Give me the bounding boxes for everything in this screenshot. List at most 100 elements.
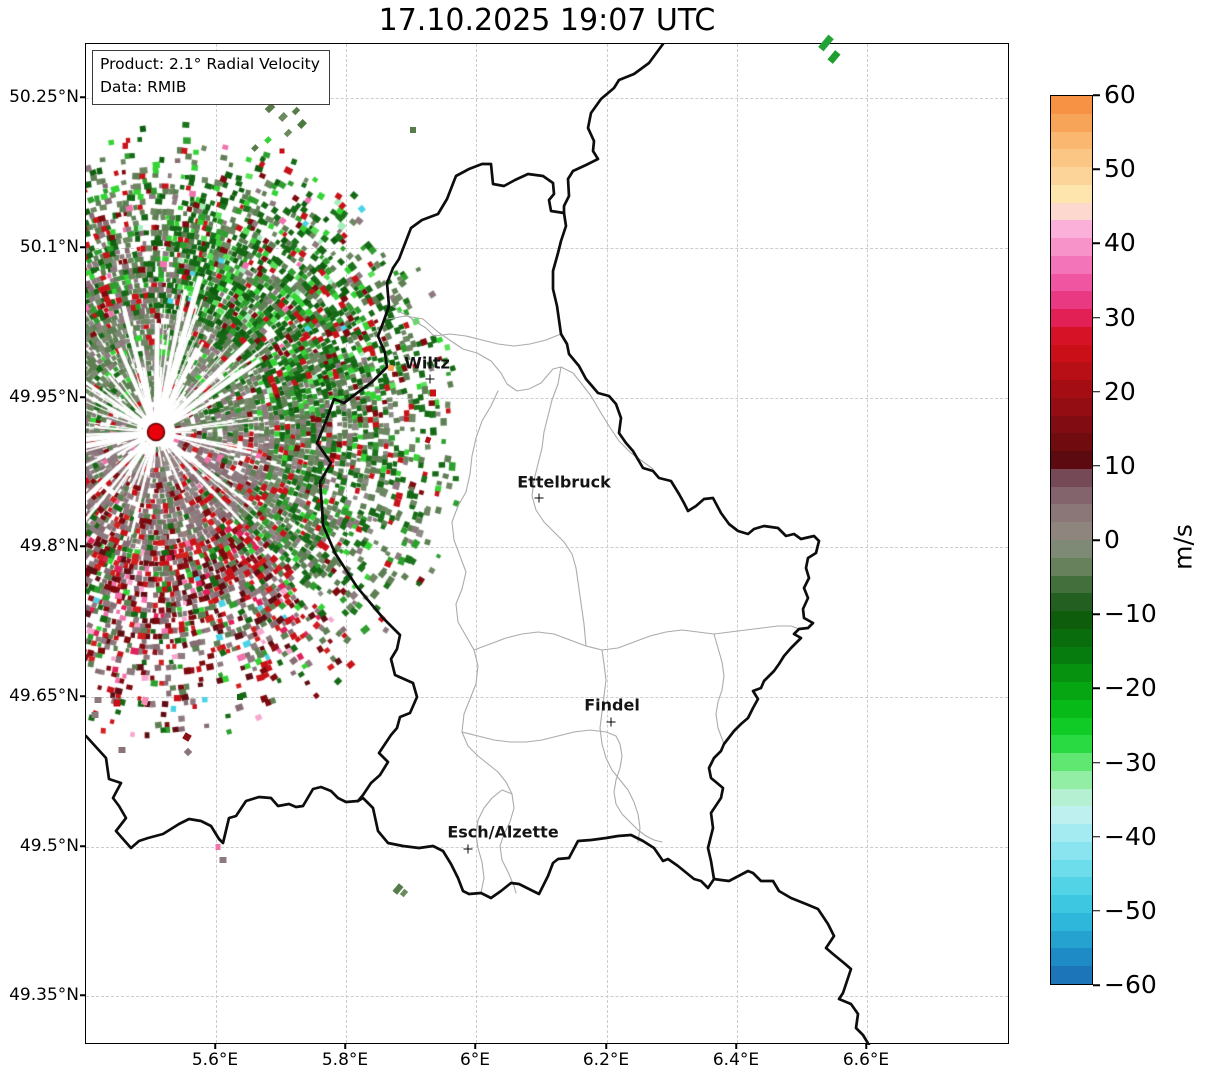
colorbar-band xyxy=(1051,841,1092,861)
city-label-ettelbruck: Ettelbruck xyxy=(517,472,611,492)
colorbar-tick-mark xyxy=(1093,390,1100,393)
country-border xyxy=(86,734,360,850)
region-border xyxy=(531,366,587,647)
lon-tick-label: 5.6°E xyxy=(191,1050,239,1070)
colorbar-tick-label: −50 xyxy=(1104,895,1157,925)
colorbar-band xyxy=(1051,380,1092,399)
lat-tick-label: 50.1°N xyxy=(19,237,79,257)
radar-echo-outlier xyxy=(113,699,121,707)
radar-echo-outlier xyxy=(94,697,102,703)
colorbar-tick-mark xyxy=(1093,168,1100,170)
colorbar-band xyxy=(1051,309,1092,328)
info-product: Product: 2.1° Radial Velocity xyxy=(100,55,320,73)
country-border xyxy=(315,266,419,803)
lon-tick-label: 6°E xyxy=(459,1050,491,1070)
colorbar-tick-label: 10 xyxy=(1104,450,1136,480)
colorbar-band xyxy=(1051,682,1092,701)
colorbar-band xyxy=(1051,575,1092,594)
region-border xyxy=(473,625,800,651)
colorbar-tick-label: 50 xyxy=(1104,154,1136,184)
lat-tick-mark xyxy=(80,246,85,248)
country-border xyxy=(712,869,871,1045)
colorbar-band xyxy=(1051,184,1092,204)
radar-echo-outlier xyxy=(279,148,285,154)
colorbar-band xyxy=(1051,895,1092,914)
region-border xyxy=(392,305,562,347)
radar-echo-outlier xyxy=(410,127,416,133)
radar-echo-outlier xyxy=(91,712,99,718)
region-border xyxy=(475,789,513,894)
colorbar-band xyxy=(1051,238,1092,257)
colorbar-band xyxy=(1051,522,1092,541)
radar-echo-outlier xyxy=(430,389,436,397)
lat-tick-label: 49.5°N xyxy=(19,836,79,856)
colorbar-band xyxy=(1051,717,1092,736)
colorbar-band xyxy=(1051,735,1092,754)
colorbar-band xyxy=(1051,344,1092,363)
colorbar-tick-mark xyxy=(1093,94,1100,96)
colorbar-band xyxy=(1051,912,1092,932)
map-borders xyxy=(86,44,871,1045)
lat-tick-mark xyxy=(80,994,85,996)
city-marker-icon xyxy=(606,717,616,727)
city-label-wiltz: Wiltz xyxy=(404,353,450,373)
colorbar-band xyxy=(1051,770,1092,790)
colorbar-band xyxy=(1051,326,1092,346)
lat-tick-label: 49.95°N xyxy=(9,387,79,407)
colorbar-band xyxy=(1051,699,1092,719)
region-border xyxy=(451,390,517,894)
region-border xyxy=(713,633,725,745)
page-title: 17.10.2025 19:07 UTC xyxy=(378,3,716,38)
colorbar-band xyxy=(1051,486,1092,506)
colorbar-band xyxy=(1051,628,1092,648)
colorbar-band xyxy=(1051,646,1092,665)
colorbar-tick-mark xyxy=(1093,613,1100,615)
lat-tick-mark xyxy=(80,396,85,398)
colorbar-band xyxy=(1051,930,1092,950)
colorbar-tick-label: 60 xyxy=(1104,79,1136,109)
colorbar-tick-mark xyxy=(1093,465,1100,467)
lat-tick-mark xyxy=(80,845,85,847)
lat-tick-mark xyxy=(80,545,85,547)
colorbar-band xyxy=(1051,202,1092,221)
colorbar-band xyxy=(1051,273,1092,292)
radar-echo-outlier xyxy=(387,364,395,372)
colorbar-band xyxy=(1051,362,1092,381)
lat-tick-label: 49.8°N xyxy=(19,536,79,556)
colorbar-band xyxy=(1051,468,1092,488)
city-marker-icon xyxy=(425,374,435,384)
colorbar-band xyxy=(1051,824,1092,843)
colorbar-band xyxy=(1051,859,1092,879)
colorbar-tick-mark xyxy=(1093,984,1100,986)
colorbar-band xyxy=(1051,113,1092,133)
colorbar-band xyxy=(1051,149,1092,168)
colorbar-band xyxy=(1051,966,1092,984)
colorbar-band xyxy=(1051,540,1092,559)
colorbar-band xyxy=(1051,96,1092,115)
colorbar-tick-label: −60 xyxy=(1104,969,1157,999)
lat-tick-mark xyxy=(80,96,85,98)
colorbar-tick-label: 30 xyxy=(1104,302,1136,332)
colorbar-band xyxy=(1051,504,1092,523)
colorbar-band xyxy=(1051,611,1092,630)
colorbar-band xyxy=(1051,291,1092,310)
colorbar-band xyxy=(1051,948,1092,967)
colorbar-band xyxy=(1051,877,1092,896)
colorbar-band xyxy=(1051,415,1092,435)
map-plot: Wiltz Ettelbruck Findel Esch/Alzette Produc… xyxy=(85,43,1010,1045)
info-data-source: Data: RMIB xyxy=(100,78,187,97)
colorbar-tick-mark xyxy=(1093,910,1100,912)
colorbar-tick-label: 40 xyxy=(1104,228,1136,258)
colorbar-unit-label: m/s xyxy=(1168,524,1198,570)
lon-tick-label: 6.6°E xyxy=(842,1050,890,1070)
city-label-eschalzette: Esch/Alzette xyxy=(447,822,559,842)
region-border xyxy=(386,315,654,470)
city-marker-icon xyxy=(463,844,473,854)
city-marker-icon xyxy=(534,493,544,503)
colorbar-tick-mark xyxy=(1093,687,1100,690)
lat-tick-label: 49.35°N xyxy=(9,985,79,1005)
colorbar-tick-label: −20 xyxy=(1104,673,1157,703)
colorbar-band xyxy=(1051,220,1092,239)
radar-echo-outlier xyxy=(219,857,227,863)
colorbar-tick-mark xyxy=(1093,539,1100,541)
